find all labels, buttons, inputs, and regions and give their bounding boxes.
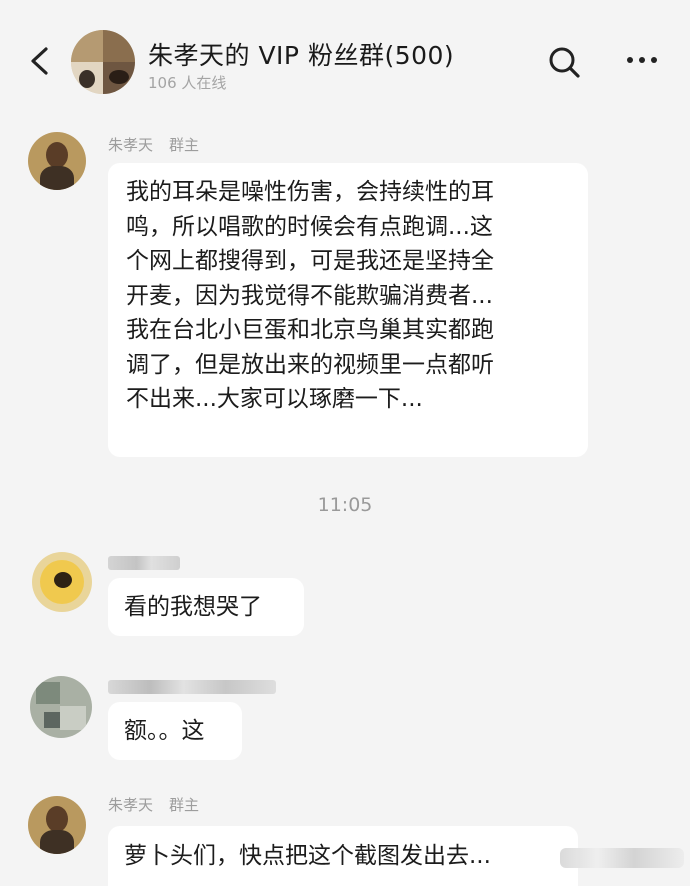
- message-bubble[interactable]: 萝卜头们，快点把这个截图发出去...: [108, 826, 578, 886]
- online-count: 106 人在线: [148, 74, 227, 92]
- group-title: 朱孝天的 VIP 粉丝群(500): [148, 41, 455, 70]
- sender-name-blurred: [108, 556, 180, 570]
- sender-avatar[interactable]: [32, 552, 92, 612]
- sender-name: 朱孝天: [108, 796, 154, 814]
- message-text: 萝卜头们，快点把这个截图发出去...: [124, 842, 491, 869]
- sender-name-row: 朱孝天 群主: [108, 794, 199, 815]
- message-bubble[interactable]: 看的我想哭了: [108, 578, 304, 636]
- sender-avatar[interactable]: [28, 132, 86, 190]
- watermark-blur: [560, 848, 684, 868]
- message-line: 我的耳朵是噪性伤害，会持续性的耳: [126, 179, 494, 205]
- sender-avatar[interactable]: [30, 676, 92, 738]
- message-line: 开麦，因为我觉得不能欺骗消费者...: [126, 282, 493, 309]
- sender-name: 朱孝天: [108, 136, 154, 154]
- message-bubble[interactable]: 我的耳朵是噪性伤害，会持续性的耳 鸣，所以唱歌的时候会有点跑调...这 个网上都…: [108, 163, 588, 457]
- message-line: 个网上都搜得到，可是我还是坚持全: [126, 248, 494, 274]
- message-bubble[interactable]: 额。。这: [108, 702, 242, 760]
- search-icon[interactable]: [546, 44, 582, 80]
- message-line: 鸣，所以唱歌的时候会有点跑调...这: [126, 213, 493, 240]
- chat-header: 朱孝天的 VIP 粉丝群(500) 106 人在线: [0, 0, 690, 112]
- message-text: 看的我想哭了: [124, 593, 262, 620]
- sender-name-row: 朱孝天 群主: [108, 134, 199, 155]
- chevron-left-icon[interactable]: [26, 46, 54, 76]
- message-line: 我在台北小巨蛋和北京鸟巢其实都跑: [126, 317, 494, 343]
- sender-name-blurred: [108, 680, 276, 694]
- role-badge: 群主: [169, 796, 200, 814]
- group-avatar[interactable]: [71, 30, 135, 94]
- more-dots-icon[interactable]: [624, 50, 660, 70]
- message-timestamp: 11:05: [317, 494, 373, 516]
- sender-avatar[interactable]: [28, 796, 86, 854]
- message-text: 额。。这: [124, 717, 205, 744]
- message-line: 不出来...大家可以琢磨一下...: [126, 386, 423, 412]
- role-badge: 群主: [169, 136, 200, 154]
- message-line: 调了，但是放出来的视频里一点都听: [126, 351, 494, 378]
